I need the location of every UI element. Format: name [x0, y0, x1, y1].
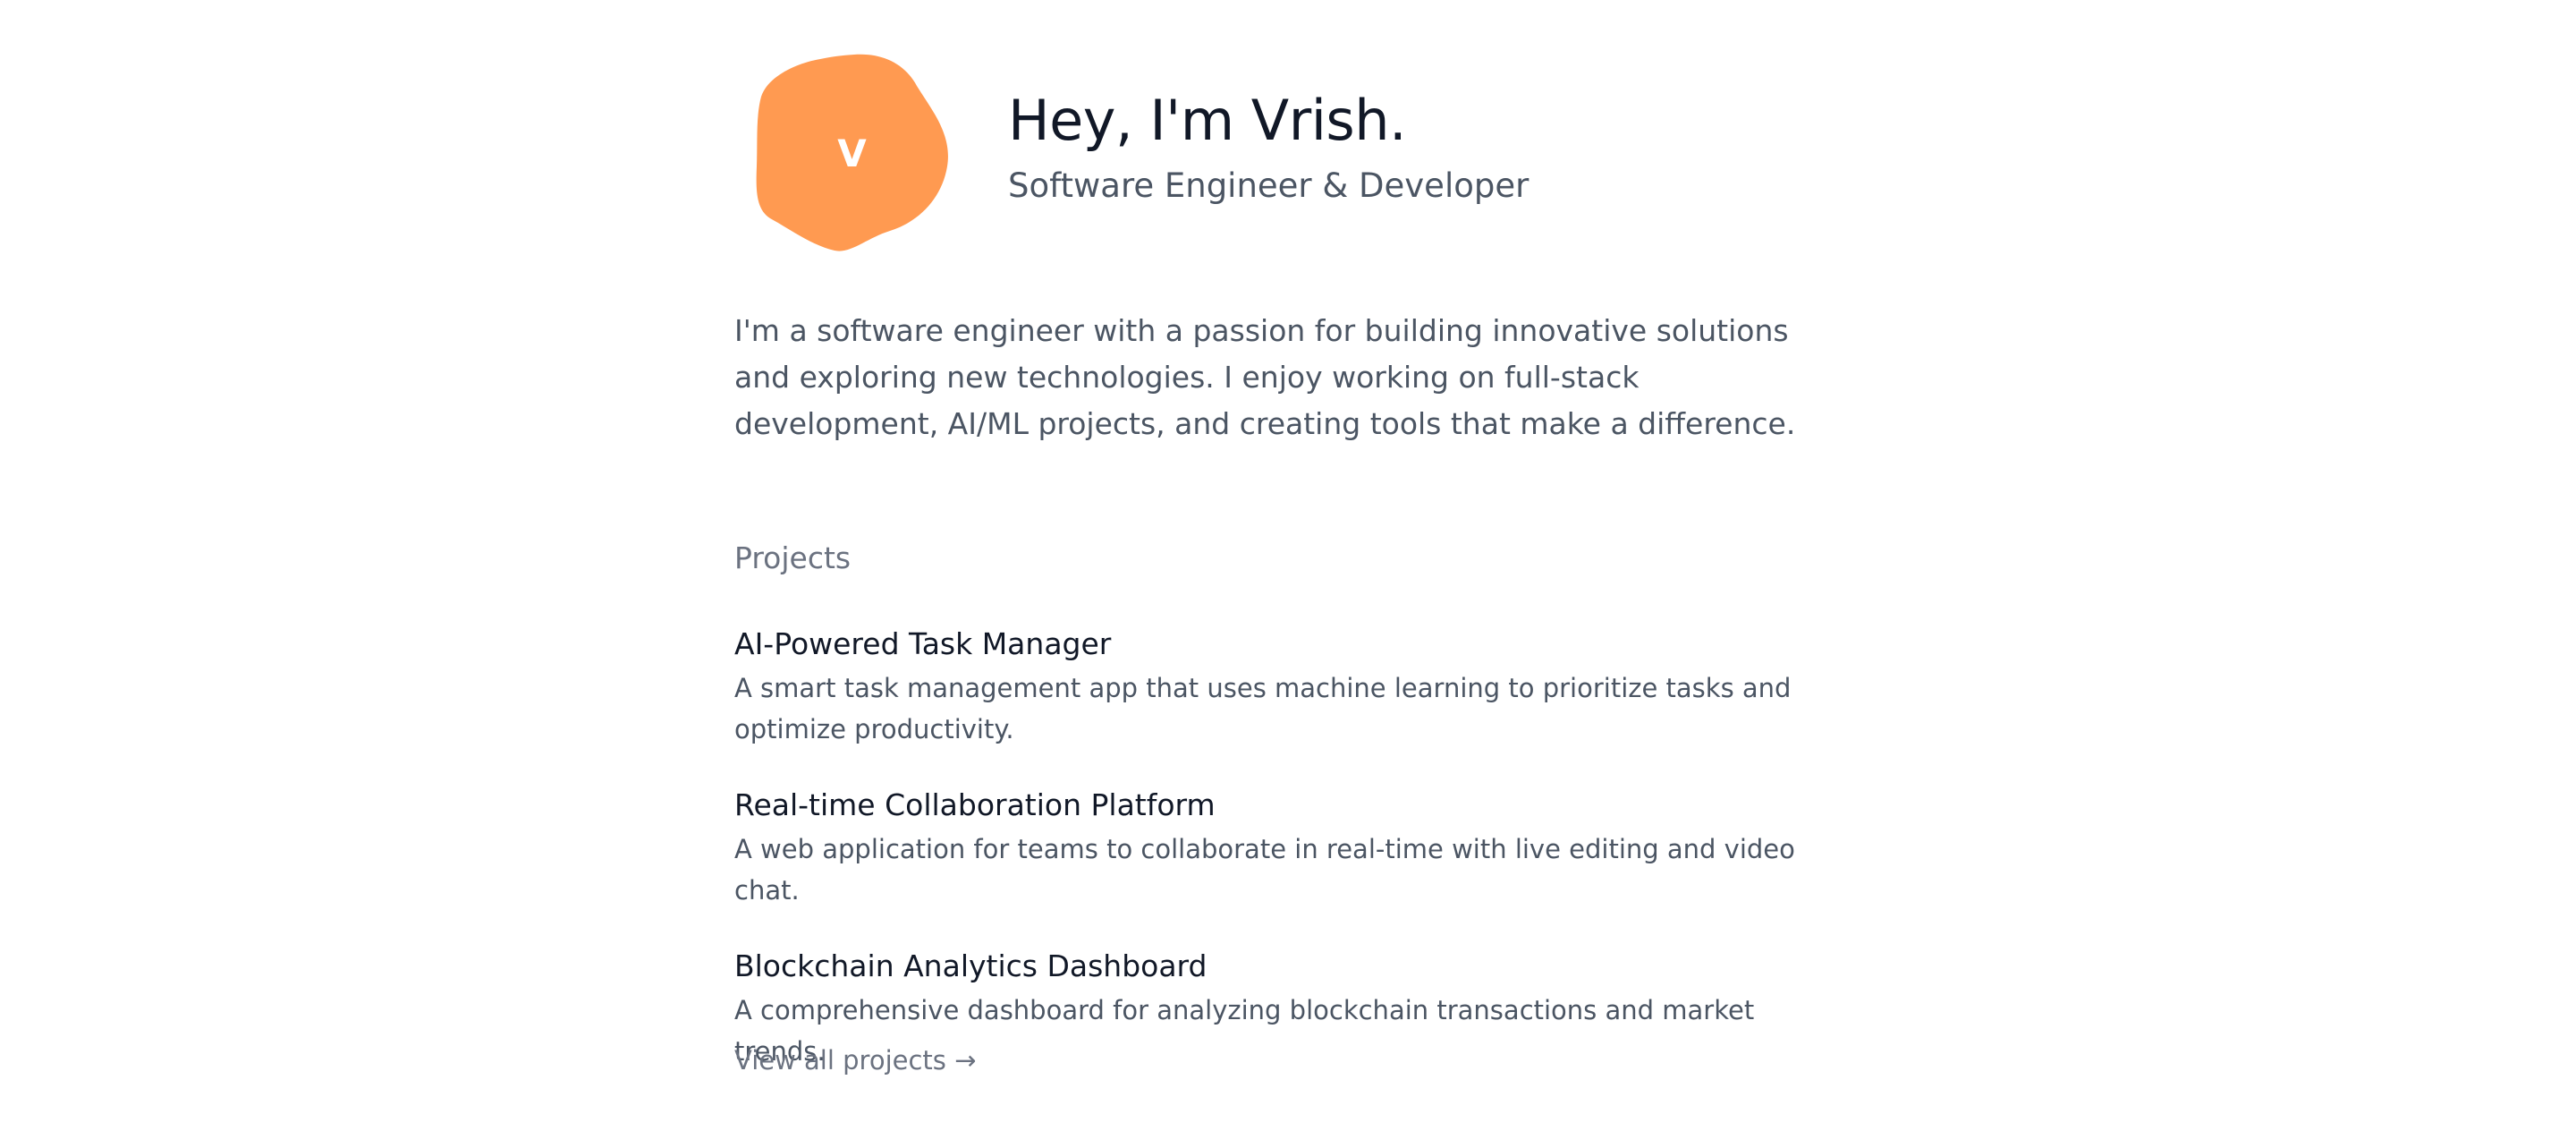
page-title: Hey, I'm Vrish.: [1008, 88, 1407, 153]
projects-list: AI-Powered Task Manager A smart task man…: [734, 621, 1826, 1104]
bio-paragraph: I'm a software engineer with a passion f…: [734, 313, 1796, 441]
page: V Hey, I'm Vrish. Software Engineer & De…: [0, 0, 2576, 1131]
hero-section: V Hey, I'm Vrish. Software Engineer & De…: [734, 52, 1826, 258]
avatar: V: [756, 52, 949, 254]
avatar-initial: V: [837, 131, 868, 175]
project-description: A smart task management app that uses ma…: [734, 673, 1792, 744]
project-item[interactable]: AI-Powered Task Manager A smart task man…: [734, 621, 1826, 750]
view-all-projects-link[interactable]: View all projects →: [734, 1040, 976, 1081]
project-item[interactable]: Real-time Collaboration Platform A web a…: [734, 782, 1826, 911]
project-description: A web application for teams to collabora…: [734, 834, 1795, 906]
project-title[interactable]: Blockchain Analytics Dashboard: [734, 943, 1826, 990]
projects-heading: Projects: [734, 540, 852, 575]
page-subtitle: Software Engineer & Developer: [1008, 166, 1530, 205]
project-title[interactable]: AI-Powered Task Manager: [734, 621, 1826, 668]
project-title[interactable]: Real-time Collaboration Platform: [734, 782, 1826, 829]
